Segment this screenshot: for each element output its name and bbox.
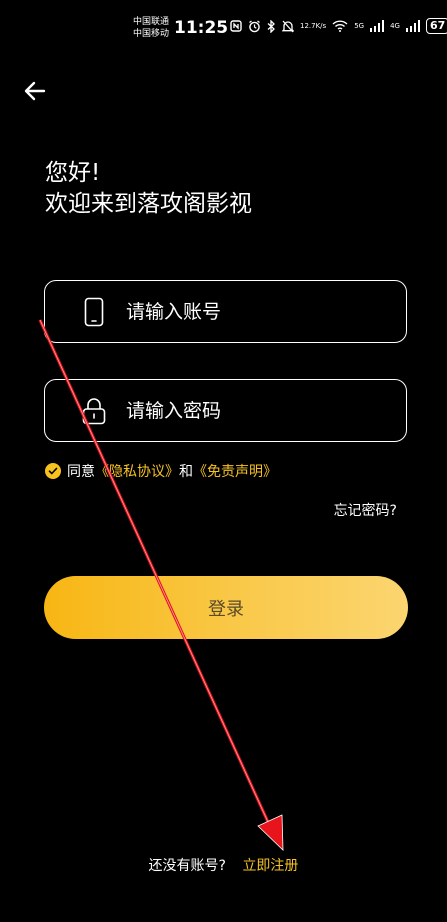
alarm-icon: [248, 19, 261, 33]
register-row: 还没有账号? 立即注册: [0, 855, 447, 875]
arrow-left-icon: [24, 81, 46, 101]
agreement-prefix: 同意: [67, 464, 95, 480]
net-speed-unit: K/s: [315, 22, 327, 30]
back-button[interactable]: [20, 76, 50, 106]
signal-icon: [370, 20, 385, 32]
account-field[interactable]: [44, 280, 407, 343]
battery-indicator: 67: [425, 18, 447, 34]
lock-icon: [81, 395, 107, 427]
greeting-line-1: 您好!: [45, 160, 101, 186]
clock: 11:25: [174, 18, 229, 38]
privacy-policy-link[interactable]: 《隐私协议》: [95, 461, 179, 481]
network-4g-label: 4G: [390, 22, 400, 30]
phone-icon: [81, 296, 107, 328]
password-field[interactable]: [44, 379, 407, 442]
register-prompt: 还没有账号?: [148, 858, 226, 874]
register-link[interactable]: 立即注册: [242, 858, 298, 874]
nfc-icon: [230, 20, 242, 32]
signal-icon-2: [405, 20, 420, 32]
agreement-conjunction: 和: [179, 464, 193, 480]
forgot-password-link[interactable]: 忘记密码?: [334, 500, 397, 520]
check-icon: [48, 467, 58, 475]
agreement-row: 同意 《隐私协议》 和 《免责声明》: [45, 461, 277, 481]
network-5g-label: 5G: [354, 22, 365, 30]
mute-icon: [282, 20, 294, 33]
network-5g: 5G: [354, 22, 364, 30]
account-input[interactable]: [126, 300, 366, 323]
carriers: 中国联通 中国移动: [133, 16, 169, 40]
greeting-title: 欢迎来到落攻阁影视: [45, 191, 252, 217]
agreement-checkbox[interactable]: [45, 463, 61, 479]
status-bar: 中国联通 中国移动 11:25 12.7 K/s 5G 4G 67: [0, 14, 447, 46]
net-speed-value: 12.7: [300, 22, 316, 30]
status-icons: 12.7 K/s 5G 4G 67: [230, 18, 447, 34]
greeting: 您好! 欢迎来到落攻阁影视: [45, 158, 252, 220]
login-button[interactable]: 登录: [44, 576, 408, 639]
disclaimer-link[interactable]: 《免责声明》: [193, 461, 277, 481]
carrier-1: 中国联通: [133, 17, 170, 27]
password-input[interactable]: [126, 399, 366, 422]
carrier-2: 中国移动: [133, 29, 170, 39]
network-4g: 4G: [390, 22, 400, 30]
wifi-icon: [332, 20, 348, 32]
net-speed: 12.7 K/s: [300, 22, 326, 30]
bluetooth-icon: [267, 19, 276, 33]
